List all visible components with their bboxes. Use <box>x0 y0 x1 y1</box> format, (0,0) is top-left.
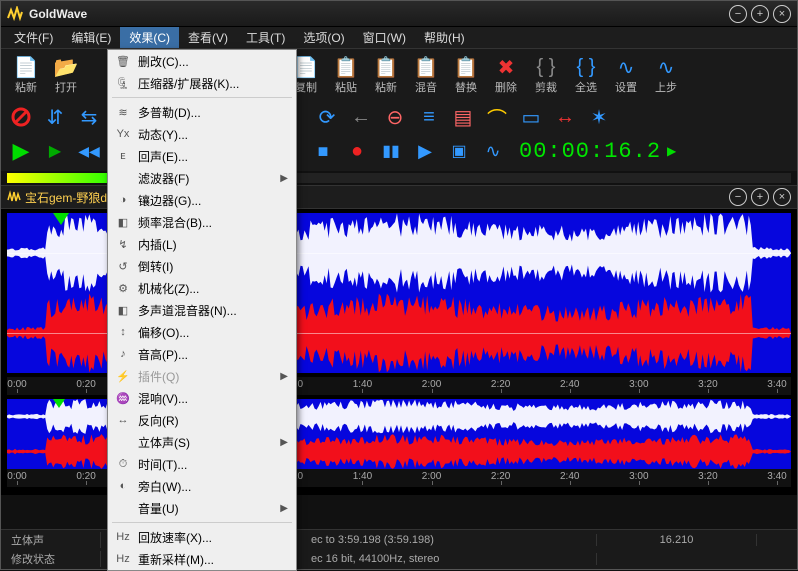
menubar: 文件(F) 编辑(E) 效果(C) 查看(V) 工具(T) 选项(O) 窗口(W… <box>1 27 797 49</box>
loop-button[interactable]: ∿ <box>479 137 507 165</box>
menu-file[interactable]: 文件(F) <box>5 27 62 48</box>
effects-item-0[interactable]: 🗑删改(C)... <box>108 50 296 72</box>
effects-item-21[interactable]: 音量(U)▶ <box>108 497 296 519</box>
effects-item-15: ⚡插件(Q)▶ <box>108 365 296 387</box>
effects-item-1[interactable]: 🗜压缩器/扩展器(K)... <box>108 72 296 94</box>
effects-item-9[interactable]: ↯内插(L) <box>108 233 296 255</box>
effects-item-5[interactable]: ᴇ回声(E)... <box>108 145 296 167</box>
effects-item-19[interactable]: ⏱时间(T)... <box>108 453 296 475</box>
fx-btn-11[interactable]: ⌒ <box>483 103 511 131</box>
marker-button[interactable]: ▣ <box>445 137 473 165</box>
toolbar-btn-10[interactable]: 📋混音 <box>407 53 445 97</box>
fx-btn-13[interactable]: ↔ <box>551 103 579 131</box>
pause-button[interactable]: ▮▮ <box>377 137 405 165</box>
effects-item-16[interactable]: ♒混响(V)... <box>108 387 296 409</box>
arrows-h-icon[interactable]: ⇆ <box>75 103 103 131</box>
overview-cursor-icon[interactable] <box>53 399 65 408</box>
toolbar-btn-12[interactable]: ✖删除 <box>487 53 525 97</box>
effects-item-7[interactable]: ◑镶边器(G)... <box>108 189 296 211</box>
vu-left-channel <box>7 173 107 183</box>
menu-effects[interactable]: 效果(C) <box>120 27 179 48</box>
toolbar-btn-11[interactable]: 📋替换 <box>447 53 485 97</box>
effects-item-23[interactable]: Hz回放速率(X)... <box>108 526 296 548</box>
doc-minimize-button[interactable]: − <box>729 188 747 206</box>
status-position: 16.210 <box>597 534 757 546</box>
arrows-v-icon[interactable]: ⇵ <box>41 103 69 131</box>
menu-help[interactable]: 帮助(H) <box>415 27 474 48</box>
record-button[interactable]: ● <box>343 137 371 165</box>
menu-edit[interactable]: 编辑(E) <box>62 27 120 48</box>
effects-item-8[interactable]: ◧频率混合(B)... <box>108 211 296 233</box>
fx-btn-8[interactable]: ⊖ <box>381 103 409 131</box>
effects-item-6[interactable]: 滤波器(F)▶ <box>108 167 296 189</box>
minimize-button[interactable]: − <box>729 5 747 23</box>
menu-options[interactable]: 选项(O) <box>294 27 353 48</box>
app-title: GoldWave <box>29 7 729 21</box>
toolbar-btn-9[interactable]: 📋粘新 <box>367 53 405 97</box>
status-range: ec to 3:59.198 (3:59.198) <box>301 534 597 546</box>
effects-item-12[interactable]: ◧多声道混音器(N)... <box>108 299 296 321</box>
effects-item-17[interactable]: ↔反向(R) <box>108 409 296 431</box>
toolbar-btn-16[interactable]: ∿上步 <box>647 53 685 97</box>
play-cursor-icon[interactable] <box>53 213 69 225</box>
fx-btn-10[interactable]: ▤ <box>449 103 477 131</box>
play-sel-button[interactable]: ▶ <box>41 137 69 165</box>
effects-item-3[interactable]: ≋多普勒(D)... <box>108 101 296 123</box>
effects-item-18[interactable]: 立体声(S)▶ <box>108 431 296 453</box>
fx-btn-6[interactable]: ⟳ <box>313 103 341 131</box>
doc-close-button[interactable]: × <box>773 188 791 206</box>
fx-btn-12[interactable]: ▭ <box>517 103 545 131</box>
effects-item-10[interactable]: ↺倒转(I) <box>108 255 296 277</box>
fx-btn-7[interactable]: ← <box>347 103 375 131</box>
menu-view[interactable]: 查看(V) <box>179 27 237 48</box>
fx-btn-14[interactable]: ✶ <box>585 103 613 131</box>
play-button[interactable]: ▶ <box>7 137 35 165</box>
menu-window[interactable]: 窗口(W) <box>354 27 415 48</box>
effects-item-14[interactable]: ♪音高(P)... <box>108 343 296 365</box>
fx-btn-9[interactable]: ≡ <box>415 103 443 131</box>
toolbar-btn-8[interactable]: 📋粘贴 <box>327 53 365 97</box>
toolbar-btn-0[interactable]: 📄粘新 <box>7 53 45 97</box>
timecode-display: 00:00:16.2 ▶ <box>519 139 677 164</box>
toolbar-btn-15[interactable]: ∿设置 <box>607 53 645 97</box>
stop-button[interactable]: ■ <box>309 137 337 165</box>
rewind-button[interactable]: ◀◀ <box>75 137 103 165</box>
effects-item-24[interactable]: Hz重新采样(M)... <box>108 548 296 570</box>
close-button[interactable]: × <box>773 5 791 23</box>
effects-item-13[interactable]: ↕偏移(O)... <box>108 321 296 343</box>
effects-item-20[interactable]: ◐旁白(W)... <box>108 475 296 497</box>
play2-button[interactable]: ▶ <box>411 137 439 165</box>
app-logo-icon <box>7 6 23 22</box>
toolbar-btn-14[interactable]: { }全选 <box>567 53 605 97</box>
toolbar-btn-1[interactable]: 📂打开 <box>47 53 85 97</box>
doc-maximize-button[interactable]: + <box>751 188 769 206</box>
effects-item-11[interactable]: ⚙机械化(Z)... <box>108 277 296 299</box>
status-mode[interactable]: 修改状态 <box>1 551 101 567</box>
no-entry-icon[interactable] <box>7 103 35 131</box>
toolbar-btn-13[interactable]: { }剪裁 <box>527 53 565 97</box>
menu-tools[interactable]: 工具(T) <box>237 27 294 48</box>
wave-icon <box>7 190 21 204</box>
status-format: ec 16 bit, 44100Hz, stereo <box>301 553 597 565</box>
effects-dropdown[interactable]: 🗑删改(C)...🗜压缩器/扩展器(K)... ≋多普勒(D)...Yx动态(Y)… <box>107 49 297 571</box>
maximize-button[interactable]: + <box>751 5 769 23</box>
status-channel[interactable]: 立体声 <box>1 532 101 548</box>
effects-item-4[interactable]: Yx动态(Y)... <box>108 123 296 145</box>
